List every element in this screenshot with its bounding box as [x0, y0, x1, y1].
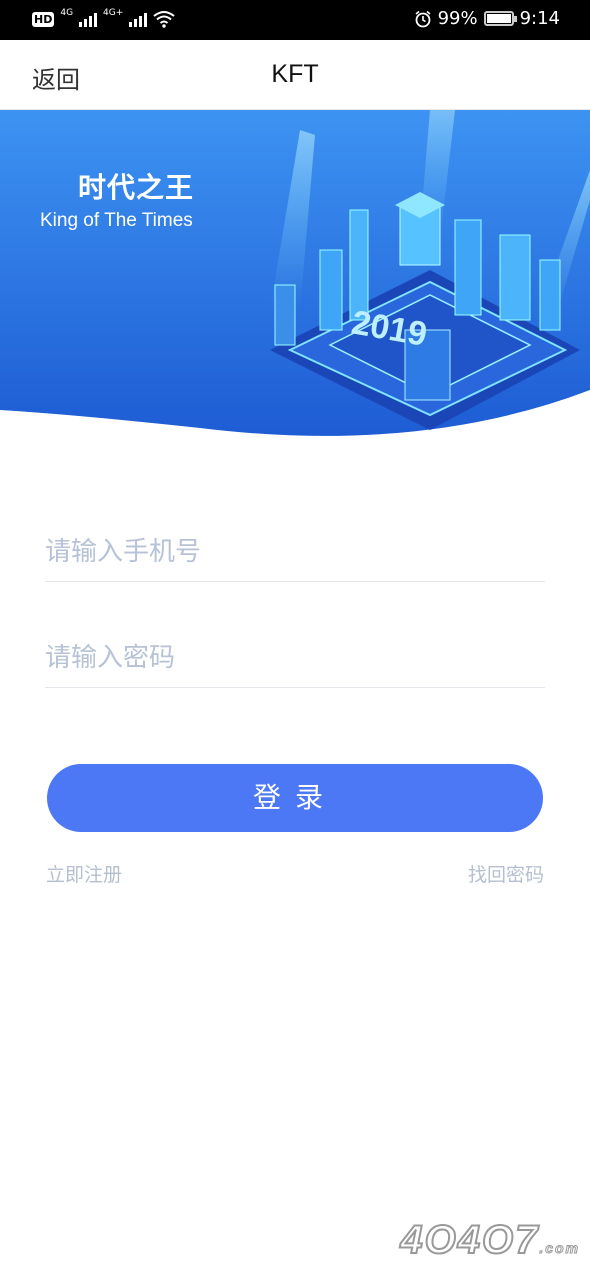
signal-icon [79, 11, 98, 27]
clock: 9:14 [519, 8, 560, 29]
page-title: KFT [271, 60, 319, 88]
battery-icon [483, 11, 517, 26]
status-bar: HD 4G 4G+ 99% 9:14 [0, 0, 590, 40]
network-label-1: 4G [60, 8, 74, 18]
signal-icon [129, 11, 148, 27]
forgot-password-link[interactable]: 找回密码 [468, 860, 544, 887]
banner-illustration: 2019 [0, 110, 590, 436]
hd-icon: HD [32, 11, 55, 27]
status-right: 99% 9:14 [414, 8, 560, 29]
network-label-2: 4G+ [103, 8, 124, 18]
password-field[interactable] [45, 628, 545, 688]
phone-input[interactable] [45, 522, 545, 581]
status-left: HD 4G 4G+ [32, 8, 175, 28]
register-link[interactable]: 立即注册 [46, 860, 122, 887]
banner: 2019 时代之王 King of The Times [0, 110, 590, 442]
nav-bar: 返回 KFT [0, 40, 590, 110]
wifi-icon [153, 11, 175, 28]
login-button[interactable]: 登录 [47, 764, 543, 832]
alarm-icon [415, 10, 431, 27]
banner-subtitle: King of The Times [40, 210, 193, 231]
password-input[interactable] [45, 628, 545, 687]
watermark-logo: 4O4O7.com [399, 1217, 580, 1263]
watermark-suffix: .com [539, 1240, 580, 1257]
watermark-text: 4O4O7 [399, 1217, 540, 1263]
battery-percent: 99% [437, 8, 478, 29]
banner-title: 时代之王 [78, 171, 195, 204]
phone-field[interactable] [45, 522, 545, 582]
